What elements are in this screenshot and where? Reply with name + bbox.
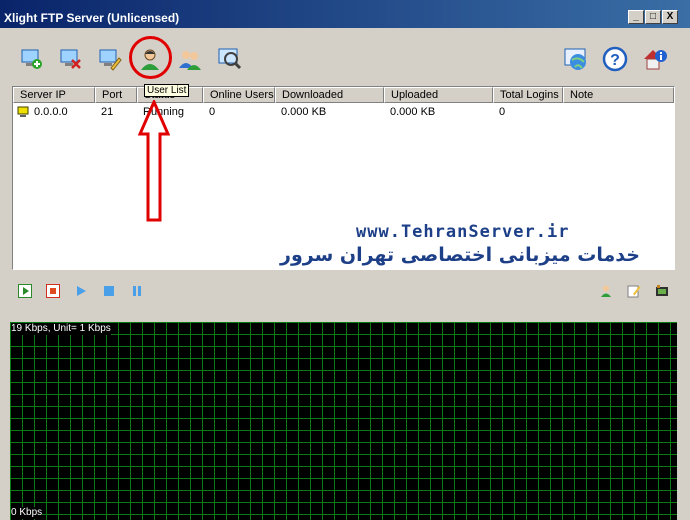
column-header-downloaded[interactable]: Downloaded — [275, 87, 384, 103]
cell-port: 21 — [101, 106, 114, 118]
log-icon[interactable] — [655, 284, 669, 298]
start-icon[interactable] — [18, 284, 32, 298]
maximize-button[interactable]: □ — [645, 10, 661, 24]
close-button[interactable]: X — [662, 10, 678, 24]
edit-server-icon[interactable] — [97, 46, 123, 72]
user-icon[interactable] — [599, 284, 613, 298]
server-status-icon — [17, 106, 29, 123]
table-row[interactable]: 0.0.0.0 21 Running 0 0.000 KB 0.000 KB 0 — [13, 104, 674, 122]
cell-downloaded: 0.000 KB — [281, 106, 327, 118]
highlight-circle — [129, 36, 172, 79]
column-header-uploaded[interactable]: Uploaded — [384, 87, 493, 103]
user-groups-icon[interactable] — [177, 46, 203, 72]
column-header-port[interactable]: Port — [95, 87, 137, 103]
graph-bottom-label: 0 Kbps — [11, 507, 43, 519]
column-header-server-ip[interactable]: Server IP — [13, 87, 95, 103]
server-list[interactable]: Server IP Port Status Online Users Downl… — [12, 86, 675, 270]
svg-text:?: ? — [610, 52, 620, 69]
graph-top-label: 19 Kbps, Unit= 1 Kbps — [11, 323, 111, 335]
pause-icon[interactable] — [130, 284, 144, 298]
column-header-online-users[interactable]: Online Users — [203, 87, 275, 103]
stop-icon[interactable] — [46, 284, 60, 298]
watermark-url: www.TehranServer.ir — [356, 222, 570, 242]
bandwidth-graph: 19 Kbps, Unit= 1 Kbps 0 Kbps — [10, 322, 677, 520]
column-header-note[interactable]: Note — [563, 87, 674, 103]
user-list-tooltip: User List — [144, 84, 190, 97]
home-info-icon[interactable] — [642, 46, 668, 72]
window-title: Xlight FTP Server (Unlicensed) — [4, 11, 180, 25]
cell-uploaded: 0.000 KB — [390, 106, 436, 118]
title-bar: Xlight FTP Server (Unlicensed) _ □ X — [0, 0, 690, 28]
list-header: Server IP Port Status Online Users Downl… — [13, 87, 674, 103]
cell-online-users: 0 — [209, 106, 216, 118]
cell-total-logins: 0 — [499, 106, 506, 118]
search-icon[interactable] — [217, 46, 243, 72]
help-icon[interactable]: ? — [602, 46, 628, 72]
watermark-tagline: خدمات میزبانی اختصاصی تهران سرور — [280, 244, 640, 266]
edit-note-icon[interactable] — [627, 284, 641, 298]
add-server-icon[interactable] — [19, 46, 45, 72]
play-icon[interactable] — [74, 284, 88, 298]
cell-server-ip: 0.0.0.0 — [34, 106, 68, 118]
minimize-button[interactable]: _ — [628, 10, 644, 24]
remove-server-icon[interactable] — [58, 46, 84, 72]
column-header-total-logins[interactable]: Total Logins — [493, 87, 563, 103]
annotation-arrow — [138, 100, 170, 222]
network-globe-icon[interactable] — [563, 46, 589, 72]
stop-square-icon[interactable] — [102, 284, 116, 298]
